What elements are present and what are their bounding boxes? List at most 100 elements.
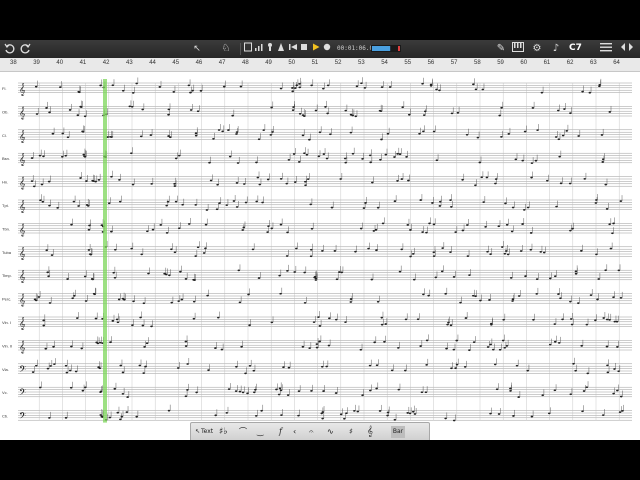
- volume-icon[interactable]: [255, 42, 263, 56]
- palette-keysig-icon[interactable]: ♯: [349, 426, 353, 438]
- metronome-icon[interactable]: [266, 42, 274, 56]
- note-head: [286, 394, 290, 396]
- note-head: [523, 130, 527, 133]
- keyboard-glyph: [512, 42, 524, 52]
- palette-accidentals[interactable]: ♯♭: [219, 426, 228, 438]
- keyboard-icon[interactable]: [512, 42, 524, 56]
- measure-number[interactable]: 50: [288, 60, 295, 66]
- mixer-icon[interactable]: ♘: [219, 42, 233, 56]
- measure-number[interactable]: 39: [33, 60, 40, 66]
- palette-crescendo-icon[interactable]: ‹: [293, 426, 296, 438]
- measure-number[interactable]: 56: [428, 60, 435, 66]
- measure-number[interactable]: 59: [497, 60, 504, 66]
- count-in-icon[interactable]: [277, 42, 285, 56]
- note-head: [275, 388, 278, 391]
- note-head: [180, 298, 184, 301]
- note-head: [56, 206, 59, 209]
- measure-number[interactable]: 42: [103, 60, 110, 66]
- measure-number[interactable]: 49: [265, 60, 272, 66]
- palette-bar-button[interactable]: Bar: [391, 426, 405, 438]
- note-head: [314, 109, 318, 112]
- measure-number[interactable]: 43: [126, 60, 133, 66]
- measure-number[interactable]: 51: [312, 60, 319, 66]
- note-head: [554, 136, 558, 138]
- note-head: [298, 86, 302, 89]
- note-head: [30, 180, 34, 183]
- note-head: [375, 387, 378, 390]
- record-icon[interactable]: [323, 42, 331, 56]
- note-head: [553, 340, 557, 343]
- palette-dynamics[interactable]: f: [279, 426, 282, 438]
- note-head: [35, 113, 39, 115]
- measure-number[interactable]: 47: [219, 60, 226, 66]
- note-head: [423, 110, 427, 113]
- measure-number[interactable]: 55: [404, 60, 411, 66]
- palette-text[interactable]: Text: [201, 426, 213, 438]
- note-head: [594, 319, 597, 322]
- measure-number[interactable]: 58: [474, 60, 481, 66]
- menu-glyph: [600, 43, 612, 52]
- guitar-icon[interactable]: ♪: [549, 42, 563, 56]
- play-icon[interactable]: [312, 42, 320, 56]
- note-head: [239, 85, 243, 88]
- measure-number[interactable]: 44: [149, 60, 156, 66]
- note-head: [354, 250, 357, 253]
- palette-fermata-icon[interactable]: 𝄐: [309, 426, 313, 438]
- measure-number[interactable]: 57: [451, 60, 458, 66]
- menu-icon[interactable]: [600, 42, 612, 56]
- measure-number[interactable]: 54: [381, 60, 388, 66]
- note-head: [500, 246, 504, 248]
- measure-number[interactable]: 64: [613, 60, 620, 66]
- measure-number[interactable]: 62: [567, 60, 574, 66]
- measure-ruler[interactable]: 38 39 40 41 42 43 44 45 46 47 48 49 50 51 52 53 54 55 56 57…: [0, 58, 640, 72]
- note-head: [81, 131, 85, 133]
- measure-number[interactable]: 40: [56, 60, 63, 66]
- select-tool-icon[interactable]: ↖: [193, 42, 201, 56]
- note-head: [505, 223, 509, 226]
- stop-icon[interactable]: [300, 42, 308, 56]
- clef-icon: 𝄞: [19, 130, 26, 143]
- measure-number[interactable]: 60: [520, 60, 527, 66]
- note-head: [117, 298, 121, 301]
- note-head: [553, 389, 557, 392]
- palette-slur-icon[interactable]: ‿: [257, 426, 263, 438]
- note-head: [594, 199, 598, 201]
- clef-icon: 𝄢: [19, 411, 26, 424]
- measure-number[interactable]: 52: [335, 60, 342, 66]
- note-head: [72, 294, 76, 297]
- measure-number[interactable]: 48: [242, 60, 249, 66]
- measure-number[interactable]: 63: [590, 60, 597, 66]
- note-head: [617, 269, 621, 272]
- note-head: [167, 409, 171, 412]
- measure-number[interactable]: 45: [172, 60, 179, 66]
- measure-number[interactable]: 53: [358, 60, 365, 66]
- undo-icon[interactable]: [4, 42, 16, 56]
- measure-number[interactable]: 41: [80, 60, 87, 66]
- rewind-icon[interactable]: [289, 42, 297, 56]
- note-head: [429, 84, 433, 87]
- instruments-icon[interactable]: ⚙: [530, 42, 544, 56]
- view-toggle-icon[interactable]: [620, 42, 634, 56]
- note-head: [500, 135, 503, 138]
- palette-tie-icon[interactable]: ⌒: [239, 426, 247, 438]
- note-head: [77, 205, 80, 207]
- pen-icon[interactable]: ✎: [496, 42, 506, 56]
- note-head: [428, 222, 431, 225]
- measure-number[interactable]: 46: [196, 60, 203, 66]
- score-area[interactable]: Fl. 𝄞 Ob. 𝄞 Cl. 𝄞 Bsn. 𝄞 Hn. 𝄞 Tpt. 𝄞 Tbn. 𝄞 Tuba 𝄞 Timp…: [0, 71, 640, 440]
- note-head: [98, 367, 102, 370]
- redo-icon[interactable]: [19, 42, 31, 56]
- palette-cursor-icon[interactable]: ↖: [195, 426, 200, 438]
- instrument-label: Vln. II: [2, 343, 12, 348]
- note-head: [427, 294, 430, 297]
- palette-clef[interactable]: 𝄞: [367, 426, 373, 438]
- chord-symbol[interactable]: C7: [569, 43, 582, 53]
- measure-number[interactable]: 38: [10, 60, 17, 66]
- note-head: [222, 85, 226, 88]
- note-head: [401, 106, 404, 109]
- note-head: [449, 206, 453, 208]
- note-head: [174, 200, 178, 203]
- palette-trill-icon[interactable]: ∿: [327, 426, 334, 438]
- measure-number[interactable]: 61: [544, 60, 551, 66]
- tuner-icon[interactable]: [244, 42, 252, 56]
